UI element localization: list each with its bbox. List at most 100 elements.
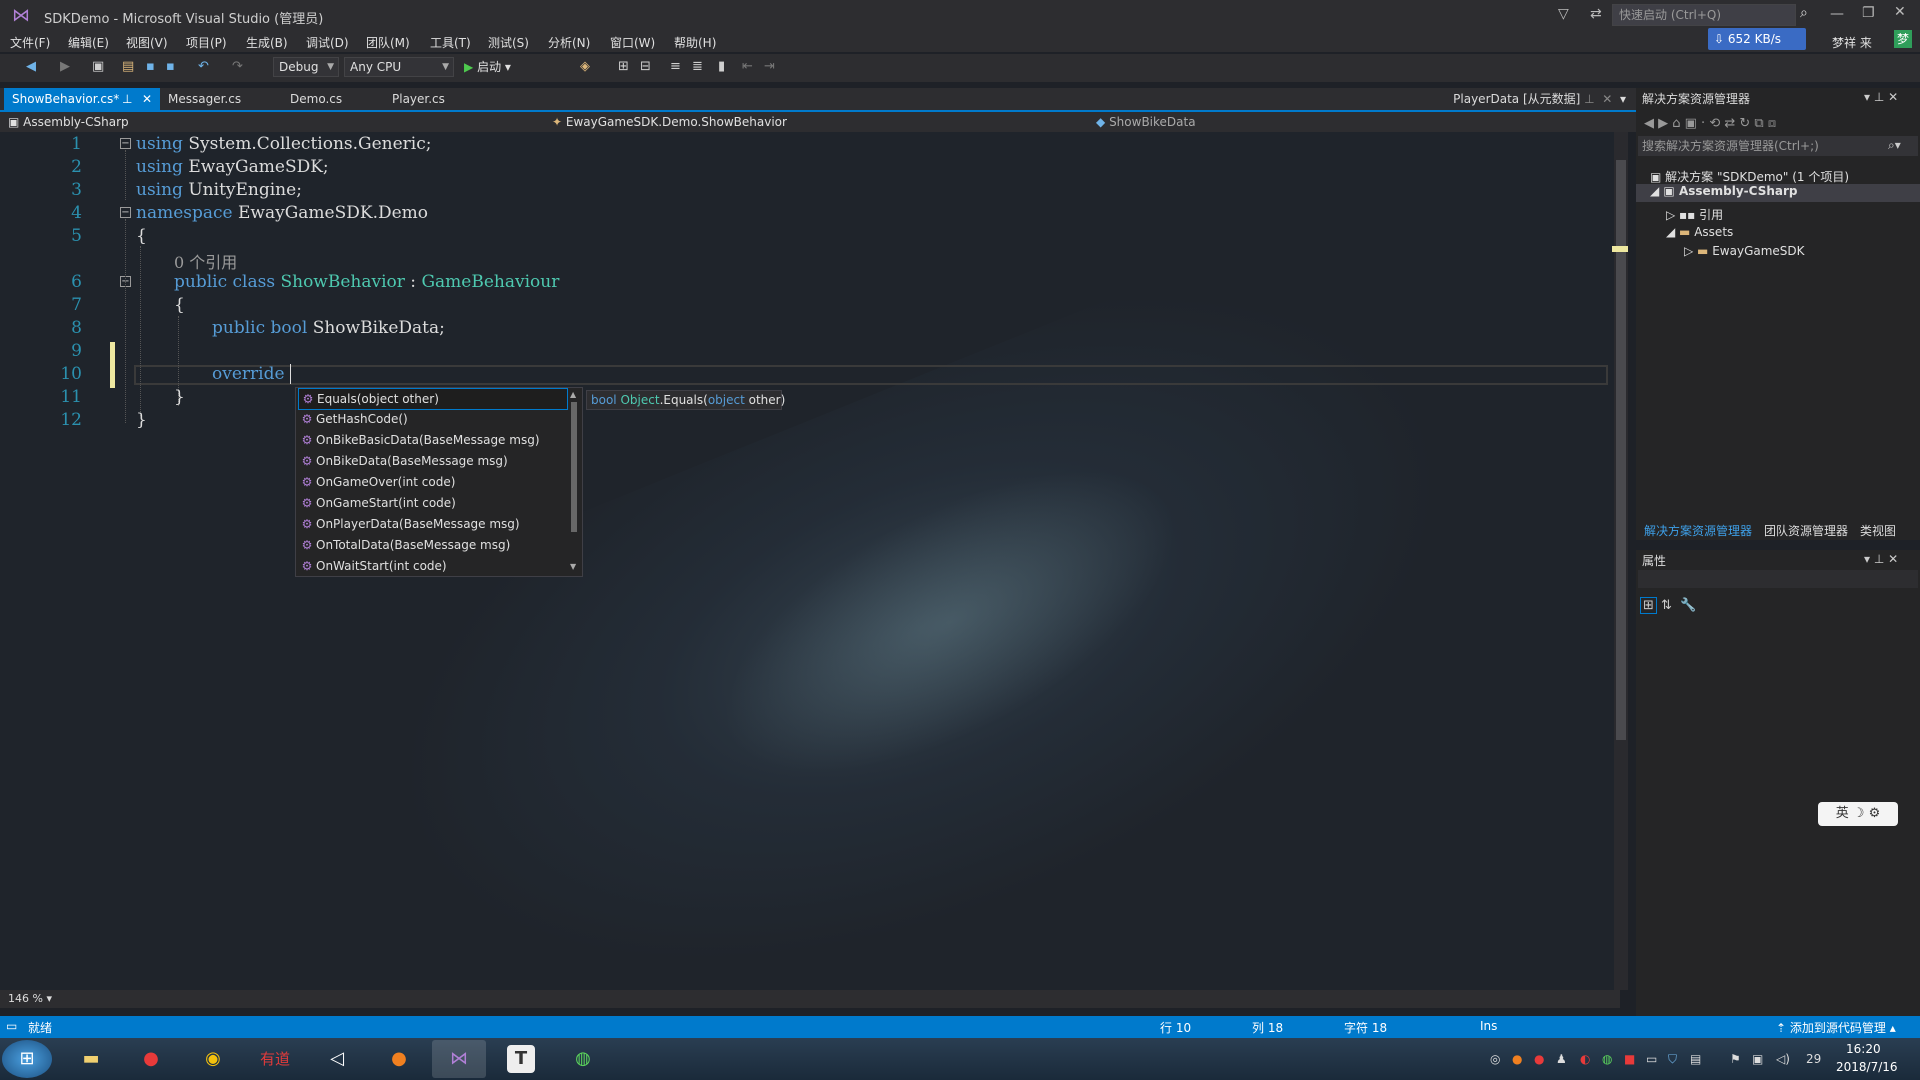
panel-options-icon[interactable]: ▾ ⊥ ✕ [1864, 552, 1898, 566]
quick-launch-input[interactable]: 快速启动 (Ctrl+Q) [1612, 4, 1796, 26]
clock-time[interactable]: 16:20 [1846, 1042, 1881, 1056]
tray-app-icon[interactable]: ■ [1624, 1052, 1635, 1066]
folder-node[interactable]: ▷ ▬ EwayGameSDK [1684, 244, 1805, 258]
references-node[interactable]: ▷ ▪▪ 引用 [1666, 206, 1723, 223]
user-name[interactable]: 梦祥 来 [1832, 34, 1872, 51]
start-debugging-button[interactable]: ▶ 启动 ▾ [464, 58, 511, 75]
collapse-icon[interactable]: − [120, 207, 131, 218]
tray-shield-icon[interactable]: ⛉ [1668, 1052, 1677, 1067]
tab-class-view[interactable]: 类视图 [1860, 522, 1896, 539]
chrome-icon[interactable]: ◉ [186, 1040, 240, 1078]
scroll-down-icon[interactable]: ▼ [570, 562, 576, 571]
tray-baidu-icon[interactable]: ◎ [1490, 1052, 1500, 1066]
pin-icon[interactable]: ⊥ [1584, 92, 1594, 106]
completion-scrollbar[interactable]: ▲ ▼ [568, 390, 580, 574]
collapse-icon[interactable]: − [120, 138, 131, 149]
panel-options-icon[interactable]: ▾ ⊥ ✕ [1864, 90, 1898, 104]
network-icon[interactable]: ▣ [1752, 1052, 1763, 1066]
save-icon[interactable]: ▪ [146, 59, 155, 74]
search-icon[interactable]: ⌕ [1800, 5, 1808, 21]
completion-item[interactable]: ⚙ OnBikeData(BaseMessage msg) [298, 451, 566, 471]
codelens-references[interactable]: 0 个引用 [174, 249, 237, 273]
menu-file[interactable]: 文件(F) [10, 34, 50, 51]
search-icon[interactable]: ⌕▾ [1888, 138, 1901, 153]
categorized-icon[interactable]: ⊞ [1640, 597, 1657, 614]
chevron-down-icon[interactable]: ▾ [1620, 92, 1626, 106]
new-project-icon[interactable]: ▣ [92, 59, 104, 74]
restore-button[interactable]: ❐ [1862, 5, 1875, 21]
tray-weibo-icon[interactable]: ● [1534, 1052, 1544, 1066]
object-selector-dropdown[interactable] [1638, 570, 1918, 588]
file-explorer-icon[interactable]: ▬ [64, 1040, 118, 1078]
menu-test[interactable]: 测试(S) [488, 34, 529, 51]
unity-icon[interactable]: ◁ [310, 1040, 364, 1078]
assets-node[interactable]: ◢ ▬ Assets [1666, 225, 1733, 239]
type-dropdown[interactable]: ✦ EwayGameSDK.Demo.ShowBehavior [552, 112, 1086, 132]
flag-icon[interactable]: ⚑ [1730, 1052, 1741, 1066]
open-file-icon[interactable]: ▤ [122, 59, 134, 74]
wechat-icon[interactable]: ◍ [556, 1040, 610, 1078]
prev-bookmark-icon[interactable]: ⇤ [742, 59, 753, 74]
completion-item[interactable]: ⚙ GetHashCode() [298, 409, 566, 429]
alphabetical-icon[interactable]: ⇅ [1661, 598, 1672, 613]
outdent-icon[interactable]: ≣ [692, 59, 703, 74]
solution-node[interactable]: ▣ 解决方案 "SDKDemo" (1 个项目) [1650, 168, 1849, 185]
volume-icon[interactable]: ◁) [1776, 1052, 1790, 1066]
back-icon[interactable]: ◀ [26, 59, 36, 74]
next-bookmark-icon[interactable]: ⇥ [764, 59, 775, 74]
solution-search-input[interactable]: 搜索解决方案资源管理器(Ctrl+;) [1638, 136, 1918, 156]
menu-analyze[interactable]: 分析(N) [548, 34, 590, 51]
scrollbar-thumb[interactable] [571, 402, 577, 532]
tab-player[interactable]: Player.cs [384, 88, 453, 110]
visual-studio-icon[interactable]: ⋈ [432, 1040, 486, 1078]
start-button[interactable]: ⊞ [2, 1040, 52, 1078]
menu-build[interactable]: 生成(B) [246, 34, 288, 51]
weibo-icon[interactable]: ● [124, 1040, 178, 1078]
close-button[interactable]: ✕ [1894, 4, 1906, 20]
menu-view[interactable]: 视图(V) [126, 34, 168, 51]
scroll-up-icon[interactable]: ▲ [570, 390, 576, 399]
tab-team-explorer[interactable]: 团队资源管理器 [1764, 522, 1848, 539]
completion-item[interactable]: ⚙ OnWaitStart(int code) [298, 556, 566, 576]
forward-icon[interactable]: ▶ [60, 59, 70, 74]
project-node[interactable]: ◢ ▣ Assembly-CSharp [1636, 184, 1920, 202]
ime-status-widget[interactable]: 英 ☽ ⚙ [1818, 802, 1898, 826]
editor-horizontal-scrollbar[interactable] [0, 990, 1620, 1008]
jack-o-lantern-icon[interactable]: ● [372, 1040, 426, 1078]
project-dropdown[interactable]: ▣ Assembly-CSharp [8, 112, 548, 132]
pin-icon[interactable]: ⊥ [122, 88, 132, 110]
tray-display-icon[interactable]: ▭ [1646, 1052, 1657, 1066]
completion-item[interactable]: ⚙ OnGameOver(int code) [298, 472, 566, 492]
completion-item[interactable]: ⚙ OnBikeBasicData(BaseMessage msg) [298, 430, 566, 450]
tab-demo[interactable]: Demo.cs [282, 88, 350, 110]
minimize-button[interactable]: — [1830, 6, 1844, 22]
tray-number[interactable]: 29 [1806, 1052, 1821, 1066]
menu-debug[interactable]: 调试(D) [306, 34, 349, 51]
menu-help[interactable]: 帮助(H) [674, 34, 716, 51]
close-icon[interactable]: ✕ [1602, 92, 1612, 106]
feedback-icon[interactable]: ⇄ [1590, 6, 1602, 22]
completion-item[interactable]: ⚙ OnTotalData(BaseMessage msg) [298, 535, 566, 555]
clock-date[interactable]: 2018/7/16 [1836, 1060, 1898, 1074]
tab-showbehavior[interactable]: ShowBehavior.cs* ⊥ ✕ [4, 88, 160, 110]
tab-messager[interactable]: Messager.cs [160, 88, 249, 110]
tray-wechat-icon[interactable]: ◍ [1602, 1052, 1612, 1066]
format-icon[interactable]: ⊟ [640, 59, 651, 74]
typora-icon[interactable]: T [494, 1040, 548, 1078]
tray-input-icon[interactable]: ▤ [1690, 1052, 1701, 1066]
tab-playerdata-metadata[interactable]: PlayerData [从元数据] ⊥ ✕ ▾ [1453, 88, 1626, 110]
save-all-icon[interactable]: ▪ [166, 59, 175, 74]
tray-pumpkin-icon[interactable]: ● [1512, 1052, 1522, 1066]
close-icon[interactable]: ✕ [142, 88, 152, 110]
menu-project[interactable]: 项目(P) [186, 34, 227, 51]
intellisense-completion-list[interactable]: ⚙ Equals(object other) ⚙ GetHashCode() ⚙ On… [295, 387, 583, 577]
menu-edit[interactable]: 编辑(E) [68, 34, 109, 51]
solution-config-dropdown[interactable]: Debug ▼ [273, 57, 339, 77]
member-dropdown[interactable]: ◆ ShowBikeData [1096, 112, 1626, 132]
tab-solution-explorer[interactable]: 解决方案资源管理器 [1644, 522, 1752, 539]
menu-team[interactable]: 团队(M) [366, 34, 410, 51]
undo-icon[interactable]: ↶ [198, 59, 209, 74]
menu-window[interactable]: 窗口(W) [610, 34, 655, 51]
bookmark-icon[interactable]: ▮ [718, 59, 725, 74]
platform-dropdown[interactable]: Any CPU ▼ [344, 57, 454, 77]
